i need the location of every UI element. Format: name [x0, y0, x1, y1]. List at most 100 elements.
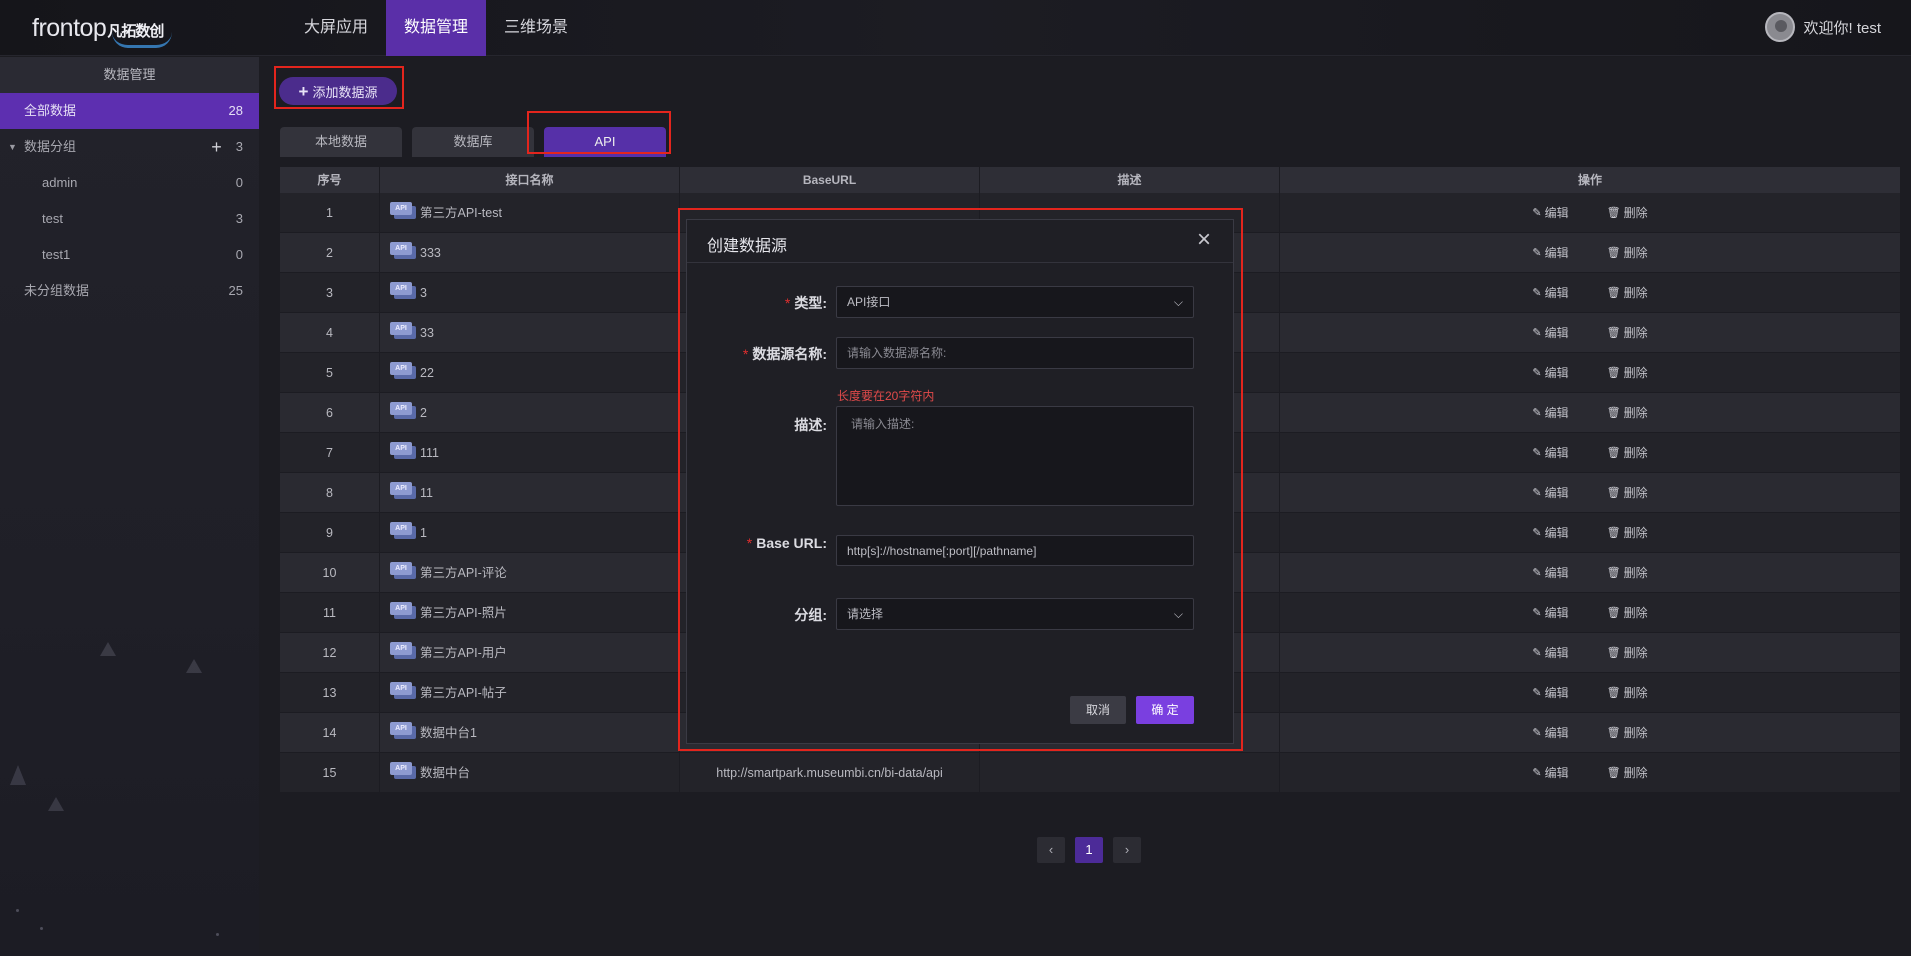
edit-button[interactable]: ✎ 编辑 [1532, 233, 1568, 272]
delete-button[interactable]: 🗑 删除 [1607, 273, 1648, 312]
add-group-icon[interactable]: + [211, 129, 222, 165]
delete-label: 删除 [1623, 725, 1648, 740]
cancel-button[interactable]: 取消 [1070, 696, 1126, 724]
api-badge-text: API [390, 281, 412, 295]
group-select-value: 请选择 [847, 607, 884, 621]
trash-icon: 🗑 [1606, 686, 1621, 699]
plus-icon: + [298, 81, 309, 101]
edit-label: 编辑 [1544, 365, 1569, 380]
tab-api[interactable]: API [544, 127, 666, 157]
row-no: 13 [280, 673, 380, 712]
row-actions: ✎ 编辑 🗑 删除 [1280, 753, 1900, 792]
delete-button[interactable]: 🗑 删除 [1607, 593, 1648, 632]
tab-local-data[interactable]: 本地数据 [280, 127, 402, 157]
close-icon[interactable]: × [1197, 226, 1211, 254]
row-actions: ✎ 编辑 🗑 删除 [1280, 553, 1900, 592]
edit-label: 编辑 [1544, 285, 1569, 300]
api-icon: API [390, 640, 416, 660]
sidebar-item-all-data[interactable]: 全部数据 28 [0, 93, 259, 129]
caret-down-icon[interactable]: ▼ [8, 129, 17, 165]
base-url-input[interactable]: http[s]://hostname[:port][/pathname] [836, 535, 1194, 566]
row-actions: ✎ 编辑 🗑 删除 [1280, 313, 1900, 352]
edit-label: 编辑 [1544, 325, 1569, 340]
avatar[interactable] [1765, 12, 1796, 42]
row-actions: ✎ 编辑 🗑 删除 [1280, 273, 1900, 312]
sidebar-item-test[interactable]: test 3 [0, 201, 259, 237]
edit-button[interactable]: ✎ 编辑 [1532, 753, 1568, 792]
edit-button[interactable]: ✎ 编辑 [1532, 713, 1568, 752]
datasource-name-input[interactable]: 请输入数据源名称: [836, 337, 1194, 369]
row-name-cell: API 22 [380, 353, 680, 392]
trash-icon: 🗑 [1606, 446, 1621, 459]
sidebar-item-data-group[interactable]: ▼ 数据分组 + 3 [0, 129, 259, 165]
edit-button[interactable]: ✎ 编辑 [1532, 593, 1568, 632]
edit-button[interactable]: ✎ 编辑 [1532, 393, 1568, 432]
sidebar-item-test1[interactable]: test1 0 [0, 237, 259, 273]
edit-label: 编辑 [1544, 205, 1569, 220]
edit-label: 编辑 [1544, 485, 1569, 500]
row-actions: ✎ 编辑 🗑 删除 [1280, 593, 1900, 632]
delete-button[interactable]: 🗑 删除 [1607, 633, 1648, 672]
header-op: 操作 [1577, 173, 1602, 187]
confirm-button[interactable]: 确 定 [1136, 696, 1194, 724]
tab-database[interactable]: 数据库 [412, 127, 534, 157]
delete-button[interactable]: 🗑 删除 [1607, 473, 1648, 512]
pencil-icon: ✎ [1532, 326, 1542, 339]
api-icon: API [390, 240, 416, 260]
edit-button[interactable]: ✎ 编辑 [1532, 193, 1568, 232]
edit-button[interactable]: ✎ 编辑 [1532, 273, 1568, 312]
delete-button[interactable]: 🗑 删除 [1607, 753, 1648, 792]
row-no: 11 [280, 593, 380, 632]
trash-icon: 🗑 [1606, 326, 1621, 339]
edit-button[interactable]: ✎ 编辑 [1532, 553, 1568, 592]
type-select[interactable]: API接口 ⌵ [836, 286, 1194, 318]
sidebar-item-ungrouped[interactable]: 未分组数据 25 [0, 273, 259, 309]
row-name: 111 [420, 445, 440, 460]
delete-label: 删除 [1623, 645, 1648, 660]
delete-button[interactable]: 🗑 删除 [1607, 313, 1648, 352]
edit-button[interactable]: ✎ 编辑 [1532, 433, 1568, 472]
sidebar-item-admin[interactable]: admin 0 [0, 165, 259, 201]
nav-data-management[interactable]: 数据管理 [386, 0, 487, 56]
add-datasource-button[interactable]: + 添加数据源 [279, 77, 397, 105]
edit-button[interactable]: ✎ 编辑 [1532, 473, 1568, 512]
edit-button[interactable]: ✎ 编辑 [1532, 673, 1568, 712]
delete-button[interactable]: 🗑 删除 [1607, 193, 1648, 232]
sidebar-item-label: 未分组数据 [24, 283, 90, 298]
nav-big-screen[interactable]: 大屏应用 [286, 0, 386, 56]
group-select[interactable]: 请选择 ⌵ [836, 598, 1194, 630]
user-menu[interactable]: 欢迎你! test [1765, 12, 1881, 42]
sidebar-item-count: 0 [235, 175, 243, 190]
delete-button[interactable]: 🗑 删除 [1607, 553, 1648, 592]
delete-button[interactable]: 🗑 删除 [1607, 673, 1648, 712]
delete-button[interactable]: 🗑 删除 [1607, 713, 1648, 752]
edit-label: 编辑 [1544, 605, 1569, 620]
description-textarea[interactable]: 请输入描述: [836, 406, 1194, 506]
row-name: 第三方API-帖子 [420, 685, 507, 700]
api-badge-text: API [390, 601, 412, 615]
row-name-cell: API 第三方API-test [380, 193, 680, 232]
row-name-cell: API 数据中台 [380, 753, 680, 792]
edit-button[interactable]: ✎ 编辑 [1532, 353, 1568, 392]
delete-button[interactable]: 🗑 删除 [1607, 393, 1648, 432]
row-actions: ✎ 编辑 🗑 删除 [1280, 633, 1900, 672]
api-icon: API [390, 200, 416, 220]
delete-button[interactable]: 🗑 删除 [1607, 513, 1648, 552]
next-page-button[interactable]: › [1113, 837, 1141, 863]
delete-label: 删除 [1623, 485, 1648, 500]
delete-button[interactable]: 🗑 删除 [1607, 353, 1648, 392]
delete-button[interactable]: 🗑 删除 [1607, 233, 1648, 272]
api-icon: API [390, 560, 416, 580]
row-name: 第三方API-test [420, 205, 502, 220]
page-1-button[interactable]: 1 [1075, 837, 1103, 863]
sidebar-item-label: admin [42, 175, 78, 190]
nav-3d-scene[interactable]: 三维场景 [486, 0, 586, 56]
pencil-icon: ✎ [1532, 726, 1542, 739]
edit-button[interactable]: ✎ 编辑 [1532, 633, 1568, 672]
prev-page-button[interactable]: ‹ [1037, 837, 1065, 863]
delete-button[interactable]: 🗑 删除 [1607, 433, 1648, 472]
pagination: ‹ 1 › [1037, 837, 1141, 863]
row-name-cell: API 33 [380, 313, 680, 352]
edit-button[interactable]: ✎ 编辑 [1532, 513, 1568, 552]
edit-button[interactable]: ✎ 编辑 [1532, 313, 1568, 352]
